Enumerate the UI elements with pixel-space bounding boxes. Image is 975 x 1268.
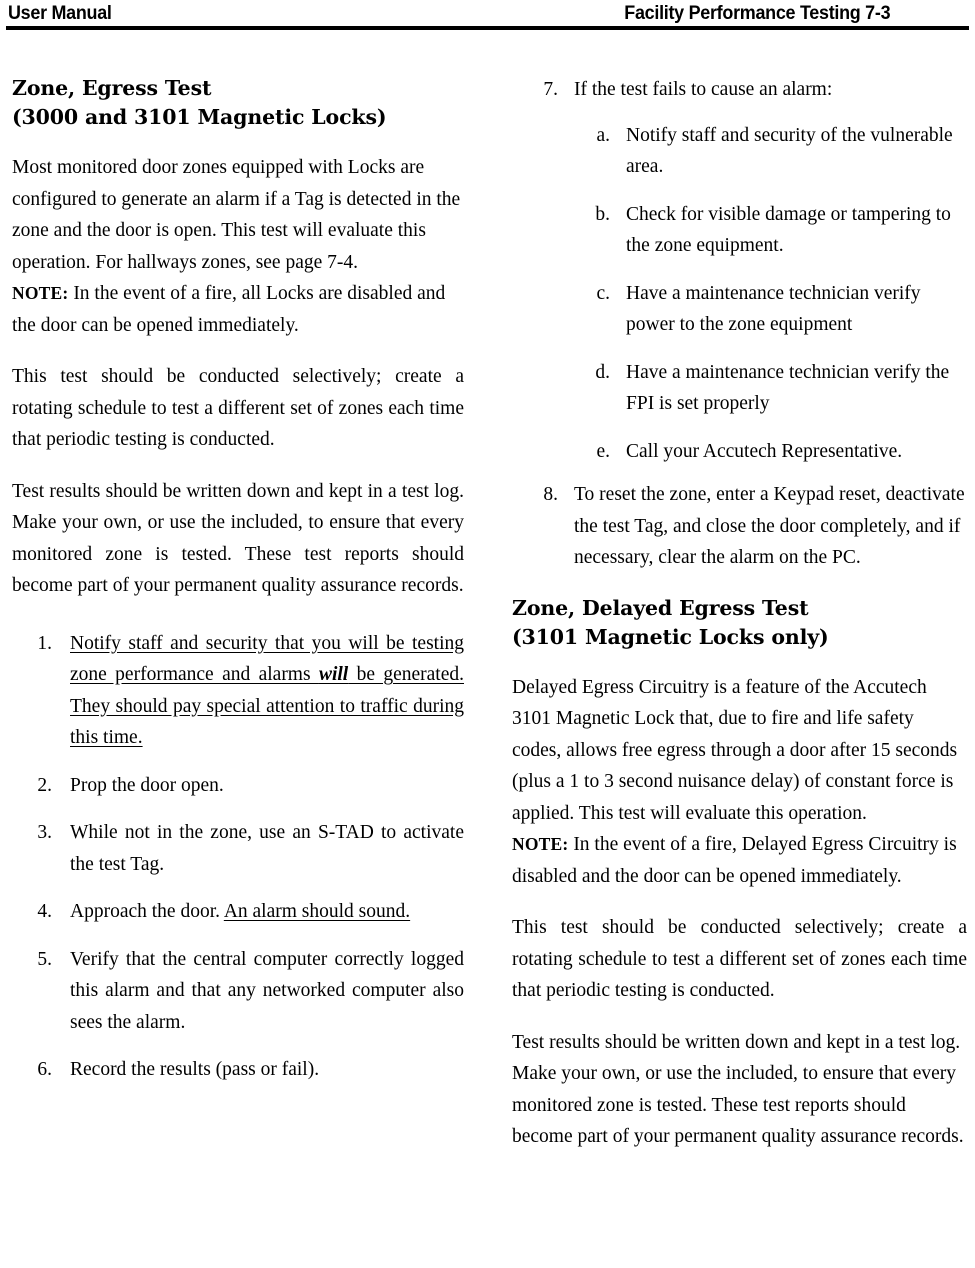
substep-marker: a. (596, 124, 610, 146)
step-text: Approach the door. An alarm should sound… (70, 896, 464, 928)
paragraph-egress-selective: This test should be conducted selectivel… (12, 366, 464, 450)
egress-test-step-list-continued: 7. If the test fails to cause an alarm: (512, 74, 967, 106)
step-text-emphasis: will (318, 664, 349, 685)
paragraph-delayed-egress-note: NOTE: In the event of a fire, Delayed Eg… (512, 829, 967, 892)
header-right-title: Facility Performance Testing 7-3 (624, 2, 891, 24)
egress-test-step-list: 1. Notify staff and security that you wi… (12, 628, 464, 1086)
substep-text: Notify staff and security of the vulnera… (626, 124, 953, 178)
step-marker: 1. (37, 632, 52, 654)
list-item: 7. If the test fails to cause an alarm: (512, 74, 967, 106)
step-marker: 6. (37, 1059, 52, 1080)
egress-test-step-list-final: 8. To reset the zone, enter a Keypad res… (512, 479, 967, 574)
list-item: e. Call your Accutech Representative. (574, 436, 967, 468)
paragraph-delayed-egress-test-log: Test results should be written down and … (512, 1031, 964, 1148)
substep-marker: e. (596, 440, 610, 462)
list-item: 6. Record the results (pass or fail). (12, 1054, 464, 1086)
substep-text: Check for visible damage or tampering to… (626, 203, 951, 257)
step-marker: 5. (37, 948, 52, 970)
header-divider-rule (6, 26, 969, 30)
list-item: 1. Notify staff and security that you wi… (12, 628, 464, 754)
section-heading-delayed-egress-test: Zone, Delayed Egress Test (3101 Magnetic… (512, 594, 967, 652)
list-item: 2. Prop the door open. (12, 770, 464, 802)
paragraph-egress-test-log: Test results should be written down and … (12, 480, 464, 597)
substep-marker: b. (595, 203, 610, 225)
step-text: While not in the zone, use an S-TAD to a… (70, 822, 464, 875)
substep-marker: d. (595, 361, 610, 383)
step-text: Verify that the central computer correct… (70, 948, 464, 1033)
substep-text: Have a maintenance technician verify the… (626, 361, 950, 415)
step-text-plain: Approach the door. (70, 901, 224, 922)
step-text: Prop the door open. (70, 774, 224, 796)
note-body: In the event of a fire, Delayed Egress C… (512, 834, 957, 887)
step7-substep-wrapper: a. Notify staff and security of the vuln… (512, 120, 967, 468)
section-heading-line-2: (3101 Magnetic Locks only) (512, 624, 829, 649)
list-item: 3. While not in the zone, use an S-TAD t… (12, 817, 464, 880)
step-text: If the test fails to cause an alarm: (574, 79, 833, 100)
paragraph-delayed-egress-intro: Delayed Egress Circuitry is a feature of… (512, 676, 958, 824)
right-column: 7. If the test fails to cause an alarm: … (512, 74, 967, 1153)
list-item: a. Notify staff and security of the vuln… (574, 120, 967, 183)
left-column: Zone, Egress Test (3000 and 3101 Magneti… (12, 74, 464, 1086)
section-heading-line-2: (3000 and 3101 Magnetic Locks) (12, 105, 387, 129)
paragraph-egress-note: NOTE: In the event of a fire, all Locks … (12, 278, 464, 341)
step-text: To reset the zone, enter a Keypad reset,… (574, 484, 965, 568)
list-item: 4. Approach the door. An alarm should so… (12, 896, 464, 928)
substep-text: Have a maintenance technician verify pow… (626, 282, 921, 336)
step-marker: 7. (543, 79, 558, 100)
step-text: Notify staff and security that you will … (70, 628, 464, 754)
step-text-underlined: An alarm should sound. (223, 901, 411, 922)
paragraph-egress-intro: Most monitored door zones equipped with … (12, 157, 461, 273)
list-item: b. Check for visible damage or tampering… (574, 199, 967, 262)
note-body: In the event of a fire, all Locks are di… (12, 283, 446, 336)
note-label: NOTE: (512, 834, 569, 854)
list-item: c. Have a maintenance technician verify … (574, 278, 967, 341)
section-heading-egress-test: Zone, Egress Test (3000 and 3101 Magneti… (12, 74, 464, 132)
substep-marker: c. (596, 282, 610, 304)
section-heading-line-1: Zone, Egress Test (12, 76, 212, 100)
step-marker: 3. (37, 822, 52, 843)
substep-text: Call your Accutech Representative. (626, 440, 903, 462)
step-marker: 4. (37, 901, 52, 922)
section-heading-line-1: Zone, Delayed Egress Test (512, 595, 809, 620)
list-item: 5. Verify that the central computer corr… (12, 944, 464, 1039)
list-item: 8. To reset the zone, enter a Keypad res… (512, 479, 967, 574)
step-marker: 2. (37, 774, 52, 796)
list-item: d. Have a maintenance technician verify … (574, 357, 967, 420)
step-text: Record the results (pass or fail). (70, 1059, 320, 1080)
header-left-title: User Manual (8, 2, 112, 24)
step7-substep-list: a. Notify staff and security of the vuln… (574, 120, 967, 468)
note-label: NOTE: (12, 283, 69, 303)
paragraph-delayed-egress-selective: This test should be conducted selectivel… (512, 917, 967, 1001)
step-marker: 8. (543, 484, 558, 505)
